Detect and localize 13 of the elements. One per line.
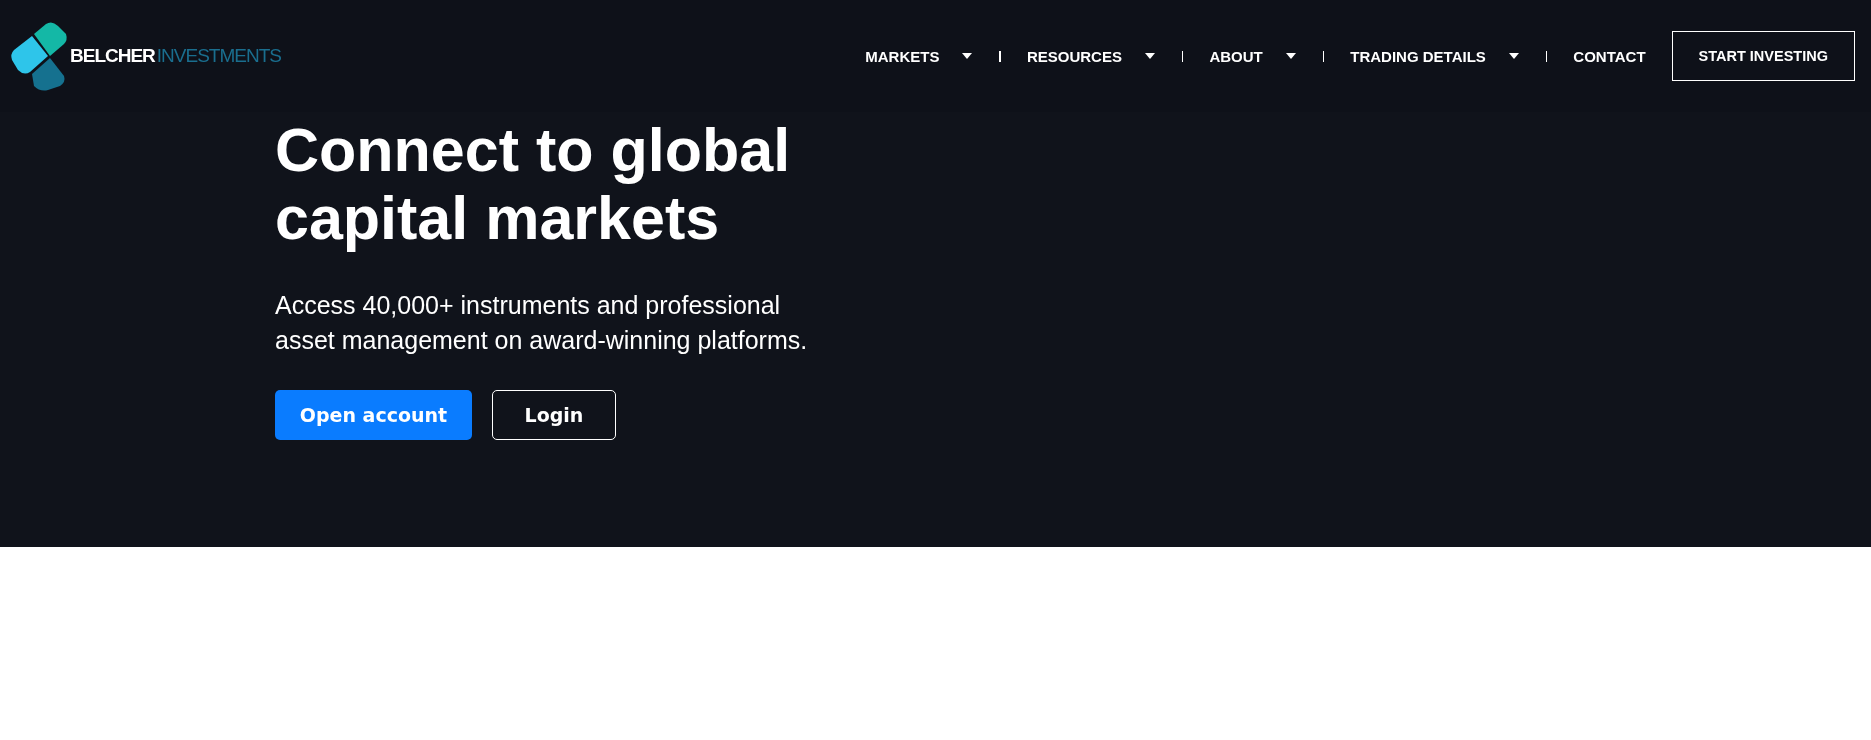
nav-link[interactable]: MARKETS xyxy=(839,47,1000,65)
nav-link[interactable]: ABOUT xyxy=(1183,47,1323,65)
nav-link[interactable]: RESOURCES xyxy=(1000,47,1182,65)
logo-text: BELCHER xyxy=(70,45,155,67)
start-investing-button[interactable]: START INVESTING xyxy=(1671,31,1855,81)
nav-link[interactable]: TRADING DETAILS xyxy=(1324,47,1546,65)
hero-heading: Connect to global capital markets xyxy=(275,116,792,252)
hero-subtitle: Access 40,000+ instruments and professional asset management on award-winning platforms. xyxy=(275,290,809,356)
logo-icon xyxy=(10,20,68,92)
login-button[interactable]: Login xyxy=(492,390,616,440)
logo-tagline: INVESTMENTS xyxy=(156,45,281,67)
nav-link[interactable]: CONTACT xyxy=(1547,47,1672,65)
open-account-button[interactable]: Open account xyxy=(275,390,472,440)
